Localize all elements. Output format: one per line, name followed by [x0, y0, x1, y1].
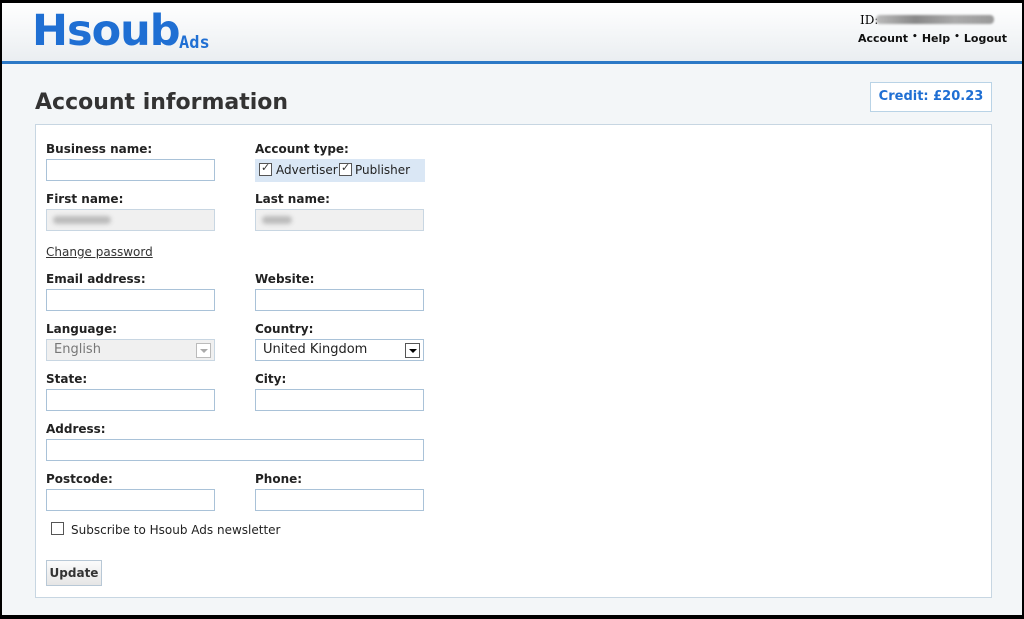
- chevron-down-icon: [196, 343, 211, 358]
- language-label: Language:: [46, 322, 118, 336]
- language-value: English: [54, 342, 101, 357]
- last-name-label: Last name:: [255, 192, 330, 206]
- state-label: State:: [46, 372, 88, 386]
- phone-label: Phone:: [255, 472, 303, 486]
- user-id-value-redacted: [876, 15, 994, 24]
- address-input[interactable]: [46, 439, 424, 461]
- publisher-label: Publisher: [355, 163, 411, 177]
- top-nav: Account • Help • Logout: [858, 32, 1007, 45]
- city-label: City:: [255, 372, 287, 386]
- first-name-input[interactable]: [46, 209, 215, 231]
- account-link[interactable]: Account: [858, 32, 908, 45]
- credit-badge: Credit: £20.23: [870, 82, 992, 112]
- publisher-checkbox[interactable]: [339, 161, 352, 176]
- website-input[interactable]: [255, 289, 424, 311]
- nav-separator: •: [912, 32, 918, 42]
- last-name-redacted: [262, 216, 292, 224]
- account-type-group: Advertiser Publisher: [255, 159, 425, 182]
- language-select[interactable]: English: [46, 339, 215, 361]
- website-label: Website:: [255, 272, 315, 286]
- email-label: Email address:: [46, 272, 146, 286]
- help-link[interactable]: Help: [922, 32, 950, 45]
- newsletter-checkbox[interactable]: [51, 522, 64, 535]
- postcode-input[interactable]: [46, 489, 215, 511]
- address-label: Address:: [46, 422, 106, 436]
- logo[interactable]: Hsoub: [32, 5, 181, 57]
- account-form-panel: Business name: Account type: Advertiser …: [35, 124, 992, 598]
- advertiser-label: Advertiser: [276, 163, 338, 177]
- last-name-input[interactable]: [255, 209, 424, 231]
- header: Hsoub Ads ID: Account • Help • Logout: [2, 3, 1022, 64]
- business-name-label: Business name:: [46, 142, 153, 156]
- email-input[interactable]: [46, 289, 215, 311]
- nav-separator: •: [954, 32, 960, 42]
- advertiser-checkbox[interactable]: [259, 161, 272, 176]
- first-name-label: First name:: [46, 192, 124, 206]
- logout-link[interactable]: Logout: [964, 32, 1007, 45]
- update-button[interactable]: Update: [46, 560, 102, 586]
- phone-input[interactable]: [255, 489, 424, 511]
- country-label: Country:: [255, 322, 314, 336]
- chevron-down-icon[interactable]: [405, 343, 420, 358]
- app-window: Hsoub Ads ID: Account • Help • Logout Credit…: [2, 3, 1022, 615]
- first-name-redacted: [53, 216, 111, 224]
- page-title: Account information: [35, 90, 289, 115]
- postcode-label: Postcode:: [46, 472, 113, 486]
- change-password-link[interactable]: Change password: [46, 245, 153, 259]
- newsletter-label: Subscribe to Hsoub Ads newsletter: [71, 523, 281, 537]
- country-value: United Kingdom: [263, 342, 368, 357]
- logo-sub: Ads: [179, 33, 210, 53]
- business-name-input[interactable]: [46, 159, 215, 181]
- city-input[interactable]: [255, 389, 424, 411]
- state-input[interactable]: [46, 389, 215, 411]
- country-select[interactable]: United Kingdom: [255, 339, 424, 361]
- account-type-label: Account type:: [255, 142, 349, 156]
